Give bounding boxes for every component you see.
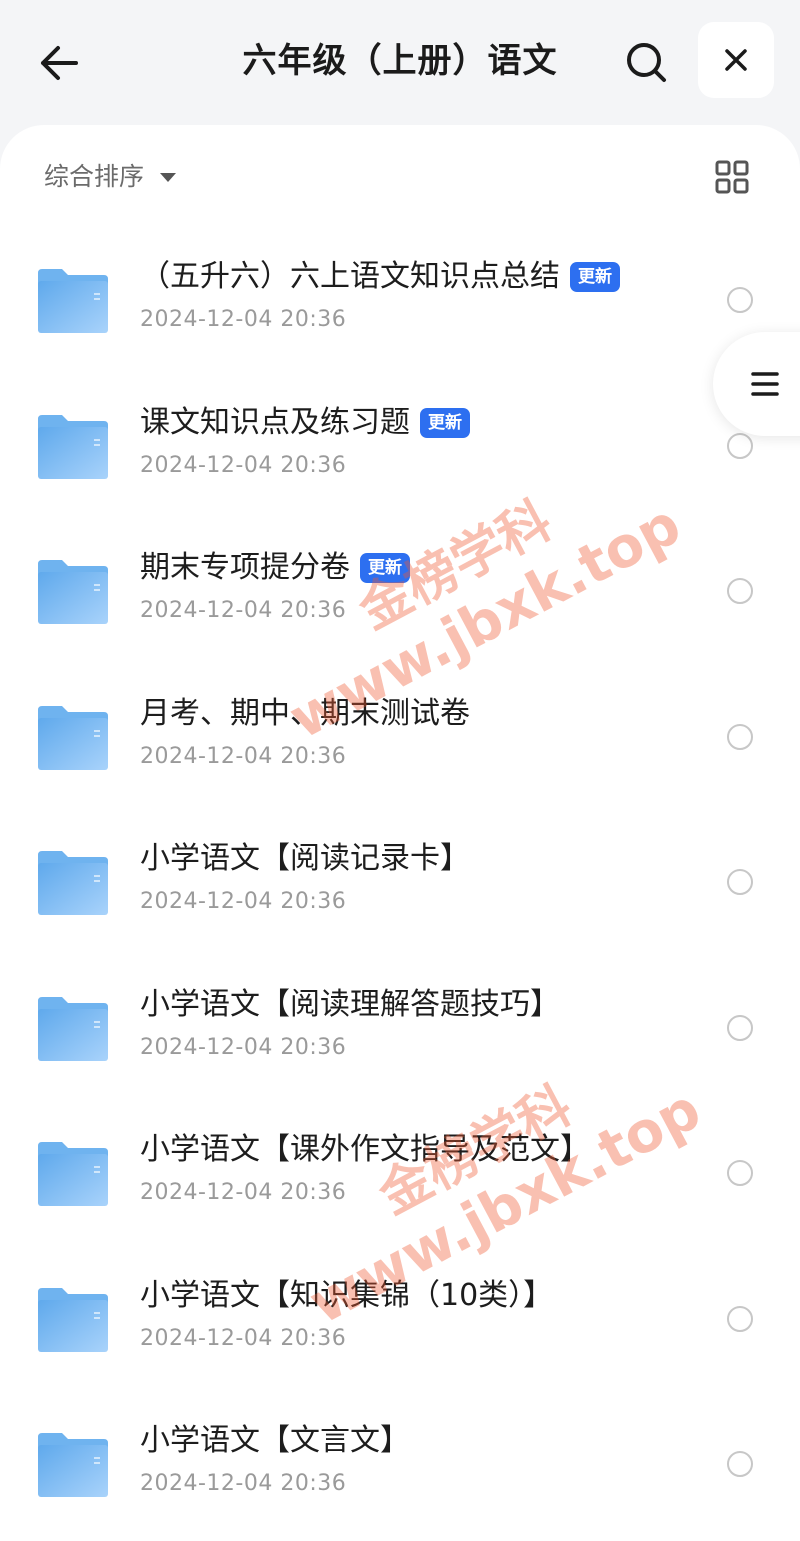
file-row[interactable]: 小学语文【文言文】 2024-12-04 20:36 bbox=[0, 1389, 800, 1535]
file-list: （五升六）六上语文知识点总结 更新 2024-12-04 20:36 课文知识点及练习… bbox=[0, 225, 800, 1535]
folder-icon bbox=[36, 267, 110, 335]
file-date: 2024-12-04 20:36 bbox=[140, 1180, 347, 1205]
file-title: （五升六）六上语文知识点总结 更新 bbox=[140, 255, 620, 299]
folder-icon bbox=[36, 413, 110, 481]
file-title: 小学语文【文言文】 bbox=[140, 1419, 410, 1463]
top-bar: 六年级（上册）语文 bbox=[0, 0, 800, 125]
file-title: 课文知识点及练习题 更新 bbox=[140, 401, 470, 445]
folder-icon bbox=[36, 1286, 110, 1354]
file-title: 月考、期中、期末测试卷 bbox=[140, 692, 470, 736]
select-radio[interactable] bbox=[727, 1160, 753, 1186]
view-toggle-button[interactable] bbox=[708, 153, 756, 201]
file-name: 小学语文【阅读理解答题技巧】 bbox=[140, 986, 560, 1022]
file-name: （五升六）六上语文知识点总结 bbox=[140, 259, 560, 294]
sort-label: 综合排序 bbox=[44, 162, 145, 191]
folder-icon bbox=[36, 1140, 110, 1208]
folder-icon bbox=[36, 704, 110, 772]
select-radio[interactable] bbox=[727, 578, 753, 604]
select-radio[interactable] bbox=[727, 1014, 753, 1041]
file-date: 2024-12-04 20:36 bbox=[140, 452, 347, 478]
update-badge: 更新 bbox=[420, 407, 470, 438]
file-name: 课文知识点及练习题 bbox=[140, 404, 410, 440]
sort-dropdown[interactable]: 综合排序 bbox=[44, 157, 177, 197]
select-radio[interactable] bbox=[727, 1451, 753, 1477]
folder-icon bbox=[36, 995, 110, 1063]
select-radio[interactable] bbox=[727, 432, 753, 459]
file-row[interactable]: 期末专项提分卷 更新 2024-12-04 20:36 bbox=[0, 516, 800, 662]
file-name: 小学语文【文言文】 bbox=[140, 1423, 410, 1458]
menu-icon bbox=[751, 372, 779, 396]
close-icon bbox=[725, 49, 747, 71]
arrow-left-icon bbox=[41, 46, 78, 80]
file-row[interactable]: （五升六）六上语文知识点总结 更新 2024-12-04 20:36 bbox=[0, 225, 800, 371]
select-radio[interactable] bbox=[727, 287, 753, 313]
file-name: 小学语文【阅读记录卡】 bbox=[140, 841, 470, 876]
file-row[interactable]: 课文知识点及练习题 更新 2024-12-04 20:36 bbox=[0, 371, 800, 517]
file-name: 小学语文【课外作文指导及范文】 bbox=[140, 1132, 590, 1167]
file-title: 小学语文【阅读记录卡】 bbox=[140, 837, 470, 881]
close-button[interactable] bbox=[698, 22, 774, 98]
file-title: 小学语文【知识集锦（10类）】 bbox=[140, 1274, 553, 1318]
file-date: 2024-12-04 20:36 bbox=[140, 598, 347, 623]
file-name: 月考、期中、期末测试卷 bbox=[140, 695, 470, 731]
file-date: 2024-12-04 20:36 bbox=[140, 889, 347, 914]
file-title: 期末专项提分卷 更新 bbox=[140, 546, 410, 590]
file-date: 2024-12-04 20:36 bbox=[140, 1471, 347, 1496]
page-title: 六年级（上册）语文 bbox=[242, 41, 558, 81]
grid-view-icon bbox=[715, 160, 749, 194]
file-row[interactable]: 月考、期中、期末测试卷 2024-12-04 20:36 bbox=[0, 662, 800, 808]
update-badge: 更新 bbox=[570, 262, 620, 292]
file-list-panel: 综合排序 （五升六）六上语文知识点总结 更新 2024-12-04 20:36 课文知… bbox=[0, 125, 800, 1541]
folder-icon bbox=[36, 849, 110, 917]
select-radio[interactable] bbox=[727, 869, 753, 895]
file-row[interactable]: 小学语文【课外作文指导及范文】 2024-12-04 20:36 bbox=[0, 1098, 800, 1244]
file-row[interactable]: 小学语文【阅读理解答题技巧】 2024-12-04 20:36 bbox=[0, 953, 800, 1099]
file-row[interactable]: 小学语文【阅读记录卡】 2024-12-04 20:36 bbox=[0, 807, 800, 953]
folder-icon bbox=[36, 1431, 110, 1499]
file-date: 2024-12-04 20:36 bbox=[140, 743, 347, 769]
back-button[interactable] bbox=[30, 35, 86, 91]
search-icon bbox=[627, 43, 666, 82]
file-name: 小学语文【知识集锦（10类）】 bbox=[140, 1277, 554, 1313]
file-date: 2024-12-04 20:36 bbox=[140, 1325, 347, 1351]
folder-icon bbox=[36, 558, 110, 626]
file-row[interactable]: 小学语文【知识集锦（10类）】 2024-12-04 20:36 bbox=[0, 1244, 800, 1390]
file-title: 小学语文【课外作文指导及范文】 bbox=[140, 1128, 590, 1172]
select-radio[interactable] bbox=[727, 723, 753, 750]
caret-down-icon bbox=[160, 172, 177, 182]
file-date: 2024-12-04 20:36 bbox=[140, 307, 347, 332]
select-radio[interactable] bbox=[727, 1305, 753, 1332]
file-date: 2024-12-04 20:36 bbox=[140, 1034, 347, 1060]
search-button[interactable] bbox=[618, 34, 674, 90]
file-title: 小学语文【阅读理解答题技巧】 bbox=[140, 983, 560, 1027]
update-badge: 更新 bbox=[360, 553, 410, 583]
file-name: 期末专项提分卷 bbox=[140, 550, 350, 585]
